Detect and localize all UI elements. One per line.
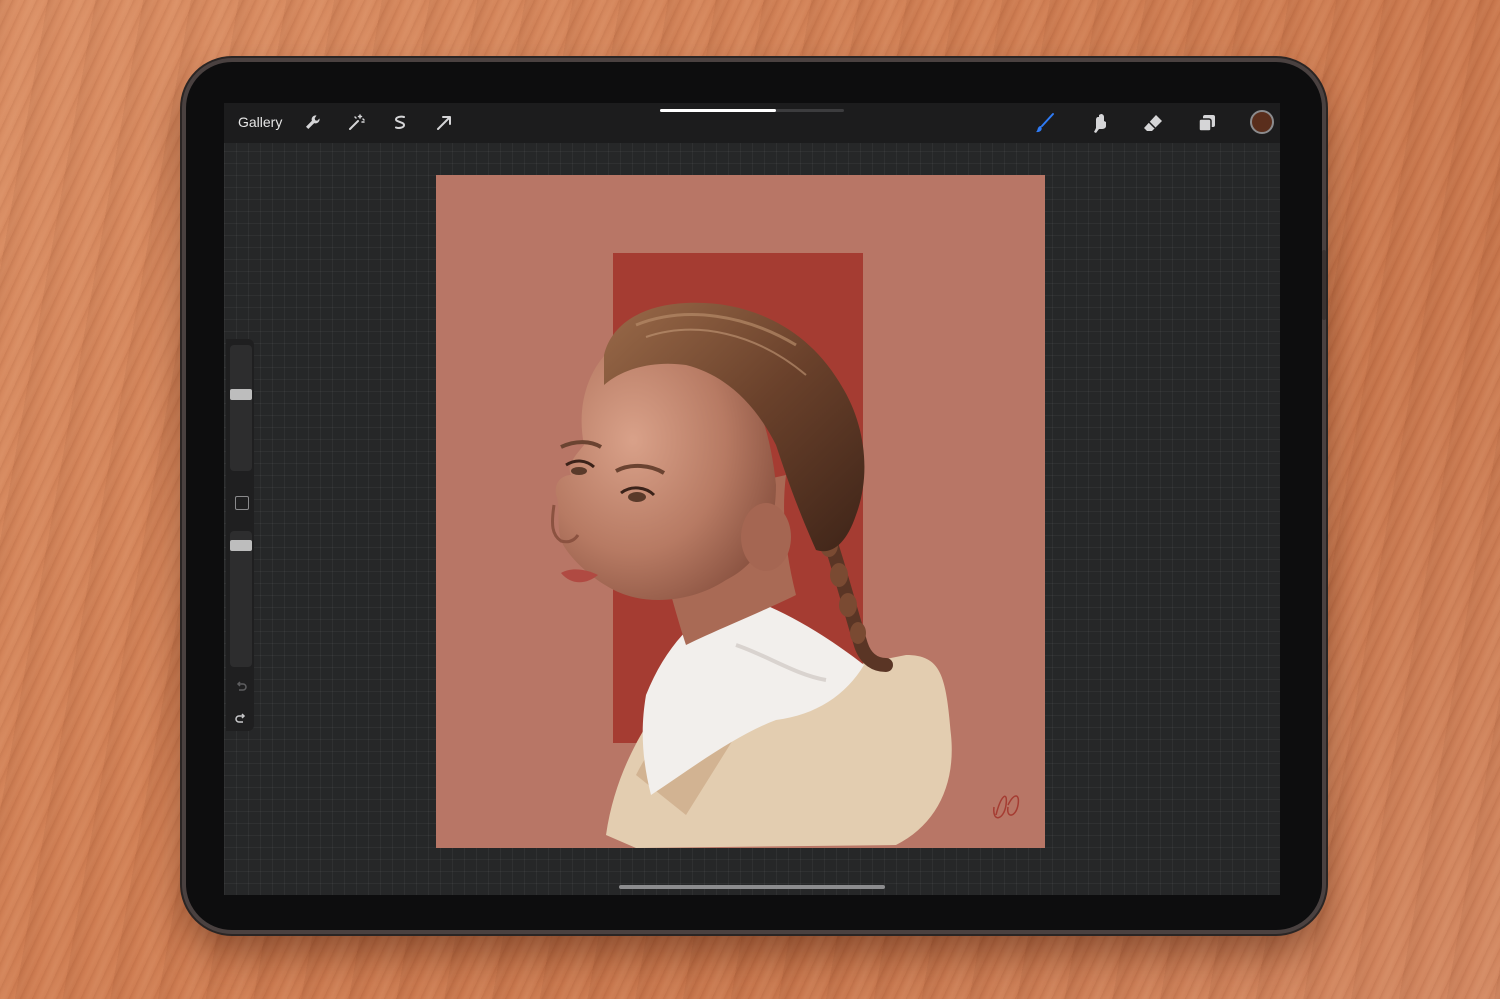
- redo-icon[interactable]: [233, 711, 249, 727]
- sidebar-sliders: [226, 339, 254, 731]
- home-indicator: [619, 885, 885, 889]
- portrait-painting: [436, 175, 1045, 848]
- color-picker-swatch[interactable]: [1250, 110, 1274, 134]
- top-toolbar: Gallery: [224, 103, 1280, 143]
- opacity-handle[interactable]: [230, 539, 252, 551]
- selection-icon[interactable]: [388, 111, 412, 135]
- gallery-button[interactable]: Gallery: [238, 114, 282, 130]
- brush-size-slider[interactable]: [230, 345, 252, 471]
- smudge-icon[interactable]: [1087, 111, 1111, 135]
- procreate-screen: Gallery: [224, 103, 1280, 895]
- tablet-side-button: [1322, 250, 1326, 320]
- magic-wand-icon[interactable]: [344, 111, 368, 135]
- artwork-canvas[interactable]: [436, 175, 1045, 848]
- eraser-icon[interactable]: [1141, 111, 1165, 135]
- loading-progress-bar: [660, 109, 844, 112]
- wrench-icon[interactable]: [301, 111, 325, 135]
- eyedropper-modify-button[interactable]: [235, 496, 249, 510]
- layers-icon[interactable]: [1195, 111, 1219, 135]
- brush-size-handle[interactable]: [230, 388, 252, 400]
- ear: [741, 503, 791, 571]
- transform-arrow-icon[interactable]: [432, 111, 456, 135]
- brush-icon[interactable]: [1033, 111, 1057, 135]
- opacity-slider[interactable]: [230, 531, 252, 667]
- undo-icon[interactable]: [233, 679, 249, 695]
- loading-progress-fill: [660, 109, 776, 112]
